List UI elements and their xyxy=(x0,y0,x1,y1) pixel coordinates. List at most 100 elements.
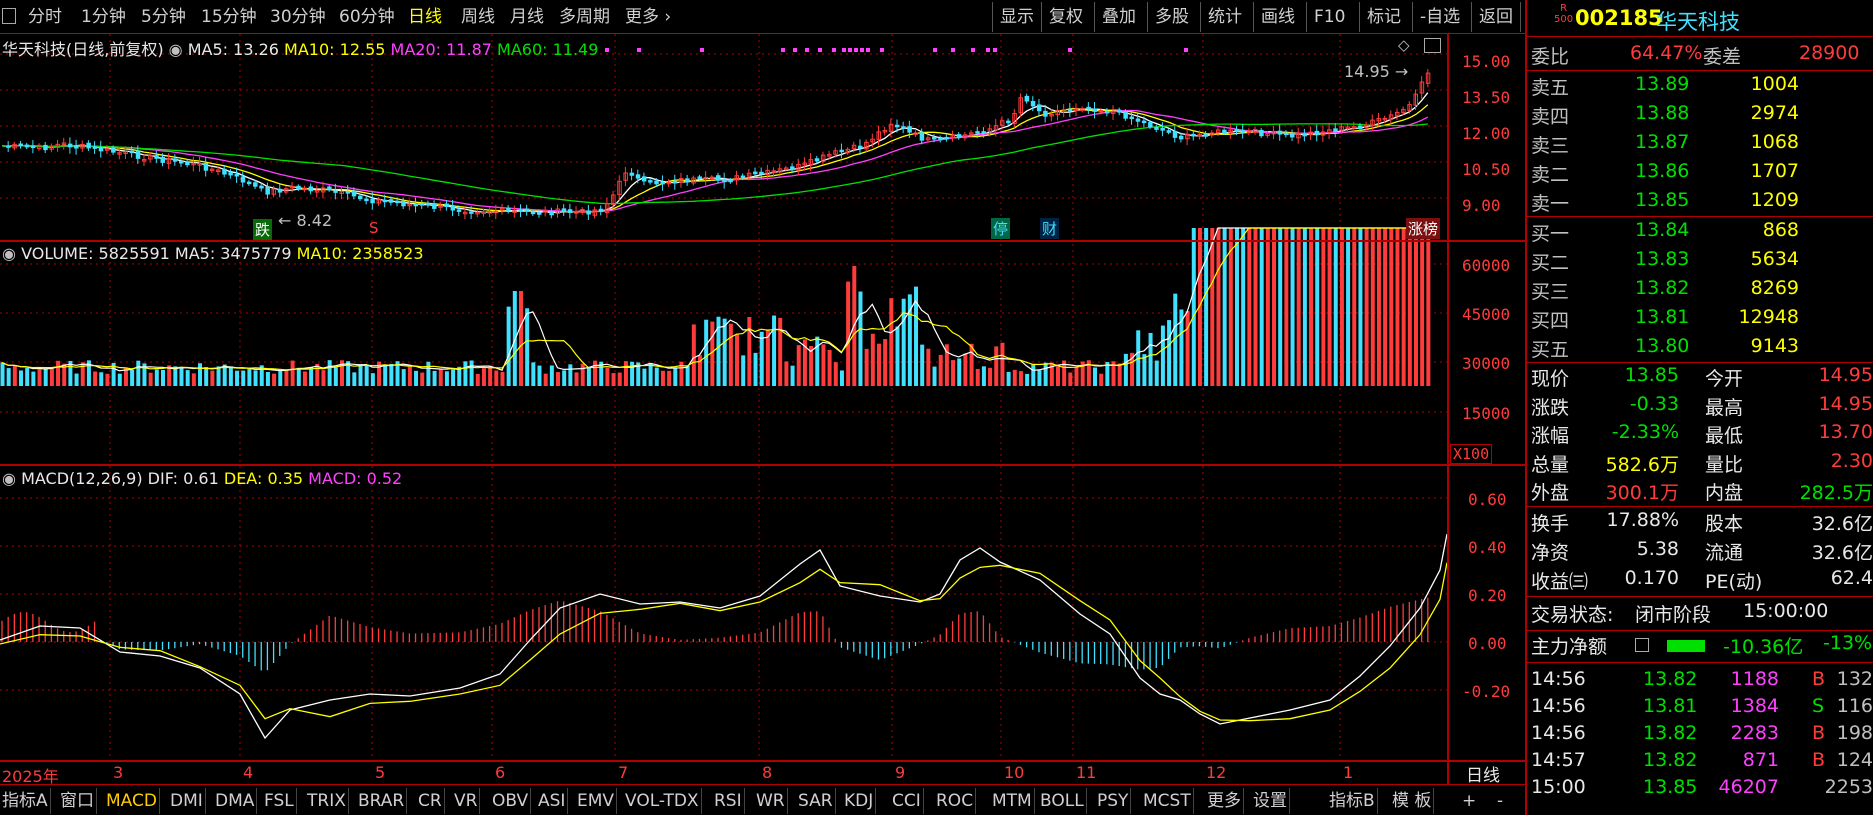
zoom-in-button[interactable]: + xyxy=(1460,788,1478,814)
date-label-4: 6 xyxy=(495,763,506,782)
ind-tab-19[interactable]: ROC xyxy=(934,788,977,814)
tool-btn-0[interactable]: 显示 xyxy=(992,2,1041,32)
candle-body xyxy=(1259,129,1264,137)
volume-bar xyxy=(876,343,881,386)
ind-tab-4[interactable]: DMA xyxy=(213,788,258,814)
ind-tab-9[interactable]: VR xyxy=(452,788,481,814)
candle-body xyxy=(259,185,264,189)
volume-bar xyxy=(543,373,548,386)
ind-tab-1[interactable]: 窗口 xyxy=(58,788,97,814)
candle-body xyxy=(648,180,653,183)
candle-body xyxy=(981,131,986,134)
ind-tab-13[interactable]: VOL-TDX xyxy=(623,788,702,814)
ind-tab-17[interactable]: KDJ xyxy=(842,788,877,814)
ind-tab-14[interactable]: RSI xyxy=(712,788,745,814)
tool-btn-3[interactable]: 多股 xyxy=(1147,2,1196,32)
ind-tab-22[interactable]: PSY xyxy=(1095,788,1132,814)
diamond-icon[interactable]: ◇ xyxy=(1398,36,1410,54)
marker-halt[interactable]: 停 xyxy=(991,218,1011,239)
volume-bar xyxy=(932,366,937,386)
zoom-out-button[interactable]: - xyxy=(1495,788,1505,814)
marker-s[interactable]: S xyxy=(369,219,379,237)
ind-tab-8[interactable]: CR xyxy=(416,788,445,814)
ind-tab-0[interactable]: 指标A xyxy=(0,788,51,814)
list-icon[interactable] xyxy=(1635,638,1649,652)
marker-drop[interactable]: 跌 xyxy=(253,219,273,240)
sell-price: 13.87 xyxy=(1635,131,1690,153)
period-tab-5[interactable]: 60分钟 xyxy=(339,4,395,30)
tool-btn-2[interactable]: 叠加 xyxy=(1094,2,1143,32)
tick-row: 14:56 13.82 1188 B 132 xyxy=(1527,668,1873,696)
candle-body xyxy=(956,134,962,138)
ind-tab-macd[interactable]: MACD xyxy=(104,788,160,814)
candlesticks xyxy=(6,69,1431,220)
volume-bar xyxy=(56,360,61,386)
tick-volume: 2283 xyxy=(1730,722,1779,744)
ind-tab-settings[interactable]: 设置 xyxy=(1251,788,1290,814)
macd-toggle-icon[interactable]: ◉ xyxy=(2,469,16,488)
quote-value: 582.6万 xyxy=(1605,453,1679,476)
candle-body xyxy=(74,146,79,149)
marker-rank[interactable]: 涨榜 xyxy=(1406,218,1441,239)
volume-toggle-icon[interactable]: ◉ xyxy=(2,244,16,263)
sell-price: 13.88 xyxy=(1635,102,1690,124)
ind-tab-16[interactable]: SAR xyxy=(796,788,836,814)
period-tab-9[interactable]: 多周期 xyxy=(559,4,610,30)
ind-tab-20[interactable]: MTM xyxy=(990,788,1035,814)
marker-finance[interactable]: 财 xyxy=(1040,218,1060,239)
candle-body xyxy=(567,209,573,214)
ind-tab-11[interactable]: ASI xyxy=(536,788,569,814)
tool-btn-1[interactable]: 复权 xyxy=(1041,2,1090,32)
candle-body xyxy=(246,181,252,185)
buy-price: 13.83 xyxy=(1635,248,1690,270)
quote-label-2: 内盘 xyxy=(1705,482,1744,504)
tool-btn-4[interactable]: 统计 xyxy=(1200,2,1249,32)
period-tab-daily[interactable]: 日线 xyxy=(408,4,442,30)
volume-bar xyxy=(574,372,579,386)
tool-btn-8[interactable]: -自选 xyxy=(1412,2,1467,32)
volume-bar xyxy=(253,370,258,386)
legend-toggle-icon[interactable]: ◉ xyxy=(169,40,183,59)
period-tab-0[interactable]: 分时 xyxy=(28,4,62,30)
tool-btn-5[interactable]: 画线 xyxy=(1253,2,1302,32)
vol-tick-0: 60000 xyxy=(1462,256,1511,275)
period-tab-8[interactable]: 月线 xyxy=(510,4,544,30)
candle-body xyxy=(172,158,178,162)
ind-tab-more[interactable]: 更多 xyxy=(1205,788,1244,814)
volume-bar xyxy=(617,372,622,386)
period-tab-3[interactable]: 15分钟 xyxy=(201,4,257,30)
period-tab-4[interactable]: 30分钟 xyxy=(270,4,326,30)
ind-tab-6[interactable]: TRIX xyxy=(305,788,349,814)
tool-btn-f10[interactable]: F10 xyxy=(1306,2,1352,32)
ind-tab-5[interactable]: FSL xyxy=(262,788,297,814)
ind-tab-b[interactable]: 指标B xyxy=(1327,788,1378,814)
volume-bar xyxy=(833,362,838,386)
ind-tab-10[interactable]: OBV xyxy=(490,788,532,814)
status-value: 闭市阶段 xyxy=(1635,604,1712,626)
tick-side: S xyxy=(1812,695,1825,717)
menu-square-icon[interactable] xyxy=(2,8,16,24)
period-tab-1[interactable]: 1分钟 xyxy=(81,4,126,30)
period-tab-7[interactable]: 周线 xyxy=(461,4,495,30)
volume-bar xyxy=(531,362,536,386)
period-tab-2[interactable]: 5分钟 xyxy=(141,4,186,30)
ind-tab-18[interactable]: CCI xyxy=(890,788,924,814)
window-toggle-icon[interactable] xyxy=(1424,38,1441,53)
tool-btn-7[interactable]: 标记 xyxy=(1359,2,1408,32)
ind-tab-23[interactable]: MCST xyxy=(1141,788,1194,814)
candle-body xyxy=(1357,125,1363,130)
ind-tab-21[interactable]: BOLL xyxy=(1038,788,1087,814)
sell-volume: 1004 xyxy=(1750,73,1799,95)
ind-tab-7[interactable]: BRAR xyxy=(356,788,408,814)
ind-tab-template[interactable]: 模 板 xyxy=(1390,788,1435,814)
candle-body xyxy=(30,145,36,149)
period-tab-more[interactable]: 更多 › xyxy=(625,4,671,30)
event-dot xyxy=(605,48,609,52)
kline-chart-area[interactable] xyxy=(0,34,1525,784)
ind-tab-15[interactable]: WR xyxy=(754,788,788,814)
volume-bar xyxy=(1222,228,1227,386)
candle-body xyxy=(1222,129,1227,134)
ind-tab-3[interactable]: DMI xyxy=(168,788,206,814)
ind-tab-12[interactable]: EMV xyxy=(575,788,618,814)
tool-btn-9[interactable]: 返回 xyxy=(1471,2,1521,32)
